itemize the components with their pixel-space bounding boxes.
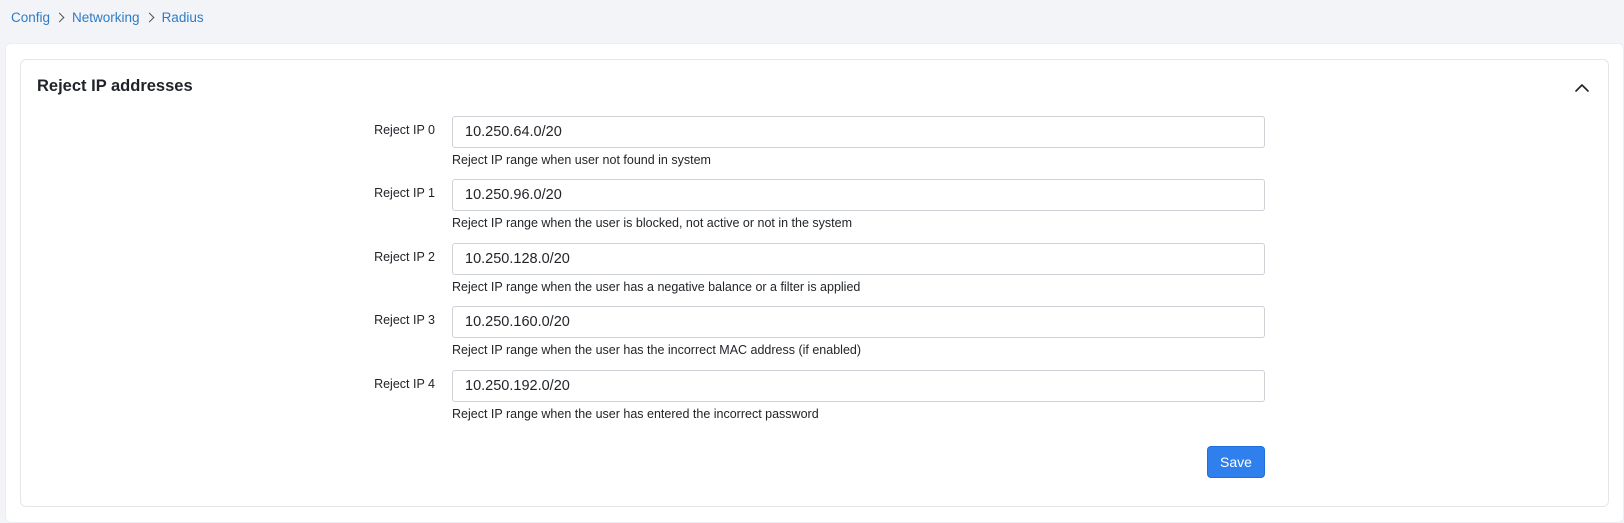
reject-ip-3-help: Reject IP range when the user has the in… bbox=[452, 343, 862, 357]
reject-ip-1-label: Reject IP 1 bbox=[374, 186, 435, 200]
reject-ip-2-input[interactable] bbox=[452, 243, 1265, 275]
reject-ip-3-input[interactable] bbox=[452, 306, 1265, 338]
chevron-right-icon bbox=[54, 12, 65, 22]
chevron-right-icon bbox=[144, 12, 155, 22]
reject-ip-4-help: Reject IP range when the user has entere… bbox=[452, 407, 819, 421]
reject-ip-2-help: Reject IP range when the user has a nega… bbox=[452, 280, 861, 294]
reject-ip-2-label: Reject IP 2 bbox=[374, 250, 435, 264]
reject-ip-4-input[interactable] bbox=[452, 370, 1265, 402]
reject-ip-0-help: Reject IP range when user not found in s… bbox=[452, 153, 711, 167]
save-button[interactable]: Save bbox=[1207, 446, 1265, 478]
reject-ip-4-label: Reject IP 4 bbox=[374, 377, 435, 391]
collapse-card-button[interactable] bbox=[1572, 78, 1592, 98]
breadcrumb-config-link[interactable]: Config bbox=[11, 10, 50, 25]
reject-ip-0-label: Reject IP 0 bbox=[374, 123, 435, 137]
reject-ip-1-input[interactable] bbox=[452, 179, 1265, 211]
breadcrumb: Config Networking Radius bbox=[11, 6, 204, 28]
reject-ip-card: Reject IP addresses Reject IP 0 Reject I… bbox=[20, 59, 1609, 507]
breadcrumb-networking-link[interactable]: Networking bbox=[72, 10, 140, 25]
breadcrumb-radius-link[interactable]: Radius bbox=[162, 10, 204, 25]
reject-ip-3-label: Reject IP 3 bbox=[374, 313, 435, 327]
chevron-up-icon bbox=[1575, 84, 1589, 92]
card-title: Reject IP addresses bbox=[37, 77, 193, 95]
reject-ip-0-input[interactable] bbox=[452, 116, 1265, 148]
reject-ip-1-help: Reject IP range when the user is blocked… bbox=[452, 216, 852, 230]
